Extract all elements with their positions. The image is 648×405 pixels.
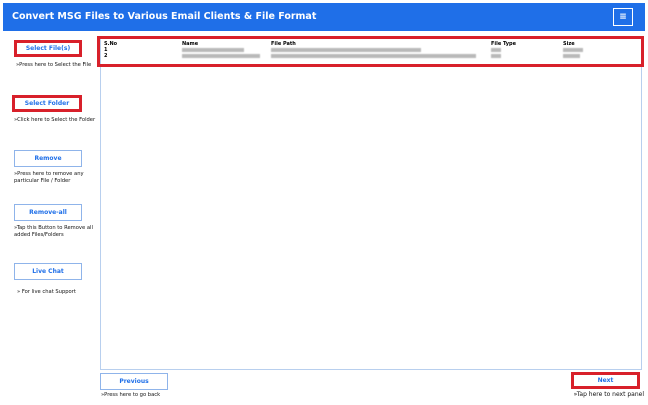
next-button[interactable]: Next bbox=[571, 372, 640, 389]
remove-button[interactable]: Remove bbox=[14, 150, 82, 167]
live-chat-button[interactable]: Live Chat bbox=[14, 263, 82, 280]
blurred-size bbox=[563, 48, 583, 52]
blurred-type bbox=[491, 48, 501, 52]
file-list-panel bbox=[100, 37, 642, 370]
select-files-button[interactable]: Select File(s) bbox=[14, 40, 82, 57]
remove-all-button[interactable]: Remove-all bbox=[14, 204, 82, 221]
remove-hint: »Press here to remove any particular Fil… bbox=[14, 171, 84, 184]
row-sno: 2 bbox=[104, 53, 108, 59]
next-hint: »Tap here to next panel bbox=[573, 391, 644, 398]
remove-all-hint: »Tap this Button to Remove all added Fil… bbox=[14, 225, 93, 238]
blurred-name bbox=[182, 48, 244, 52]
select-files-hint: »Press here to Select the File bbox=[16, 62, 92, 68]
previous-button[interactable]: Previous bbox=[100, 373, 168, 390]
blurred-path bbox=[271, 54, 476, 58]
blurred-size bbox=[563, 54, 580, 58]
file-table: S.No Name File Path File Type Size 1 2 bbox=[97, 36, 644, 67]
live-chat-hint: » For live chat Support bbox=[17, 289, 76, 295]
app-title: Convert MSG Files to Various Email Clien… bbox=[12, 11, 317, 22]
blurred-path bbox=[271, 48, 421, 52]
blurred-type bbox=[491, 54, 501, 58]
table-row[interactable]: 2 bbox=[104, 53, 639, 59]
blurred-name bbox=[182, 54, 260, 58]
app-header: Convert MSG Files to Various Email Clien… bbox=[3, 3, 645, 31]
previous-hint: »Press here to go back bbox=[101, 392, 161, 398]
select-folder-button[interactable]: Select Folder bbox=[12, 95, 82, 112]
hamburger-icon[interactable]: ≡ bbox=[613, 8, 633, 26]
select-folder-hint: »Click here to Select the Folder bbox=[14, 117, 96, 123]
